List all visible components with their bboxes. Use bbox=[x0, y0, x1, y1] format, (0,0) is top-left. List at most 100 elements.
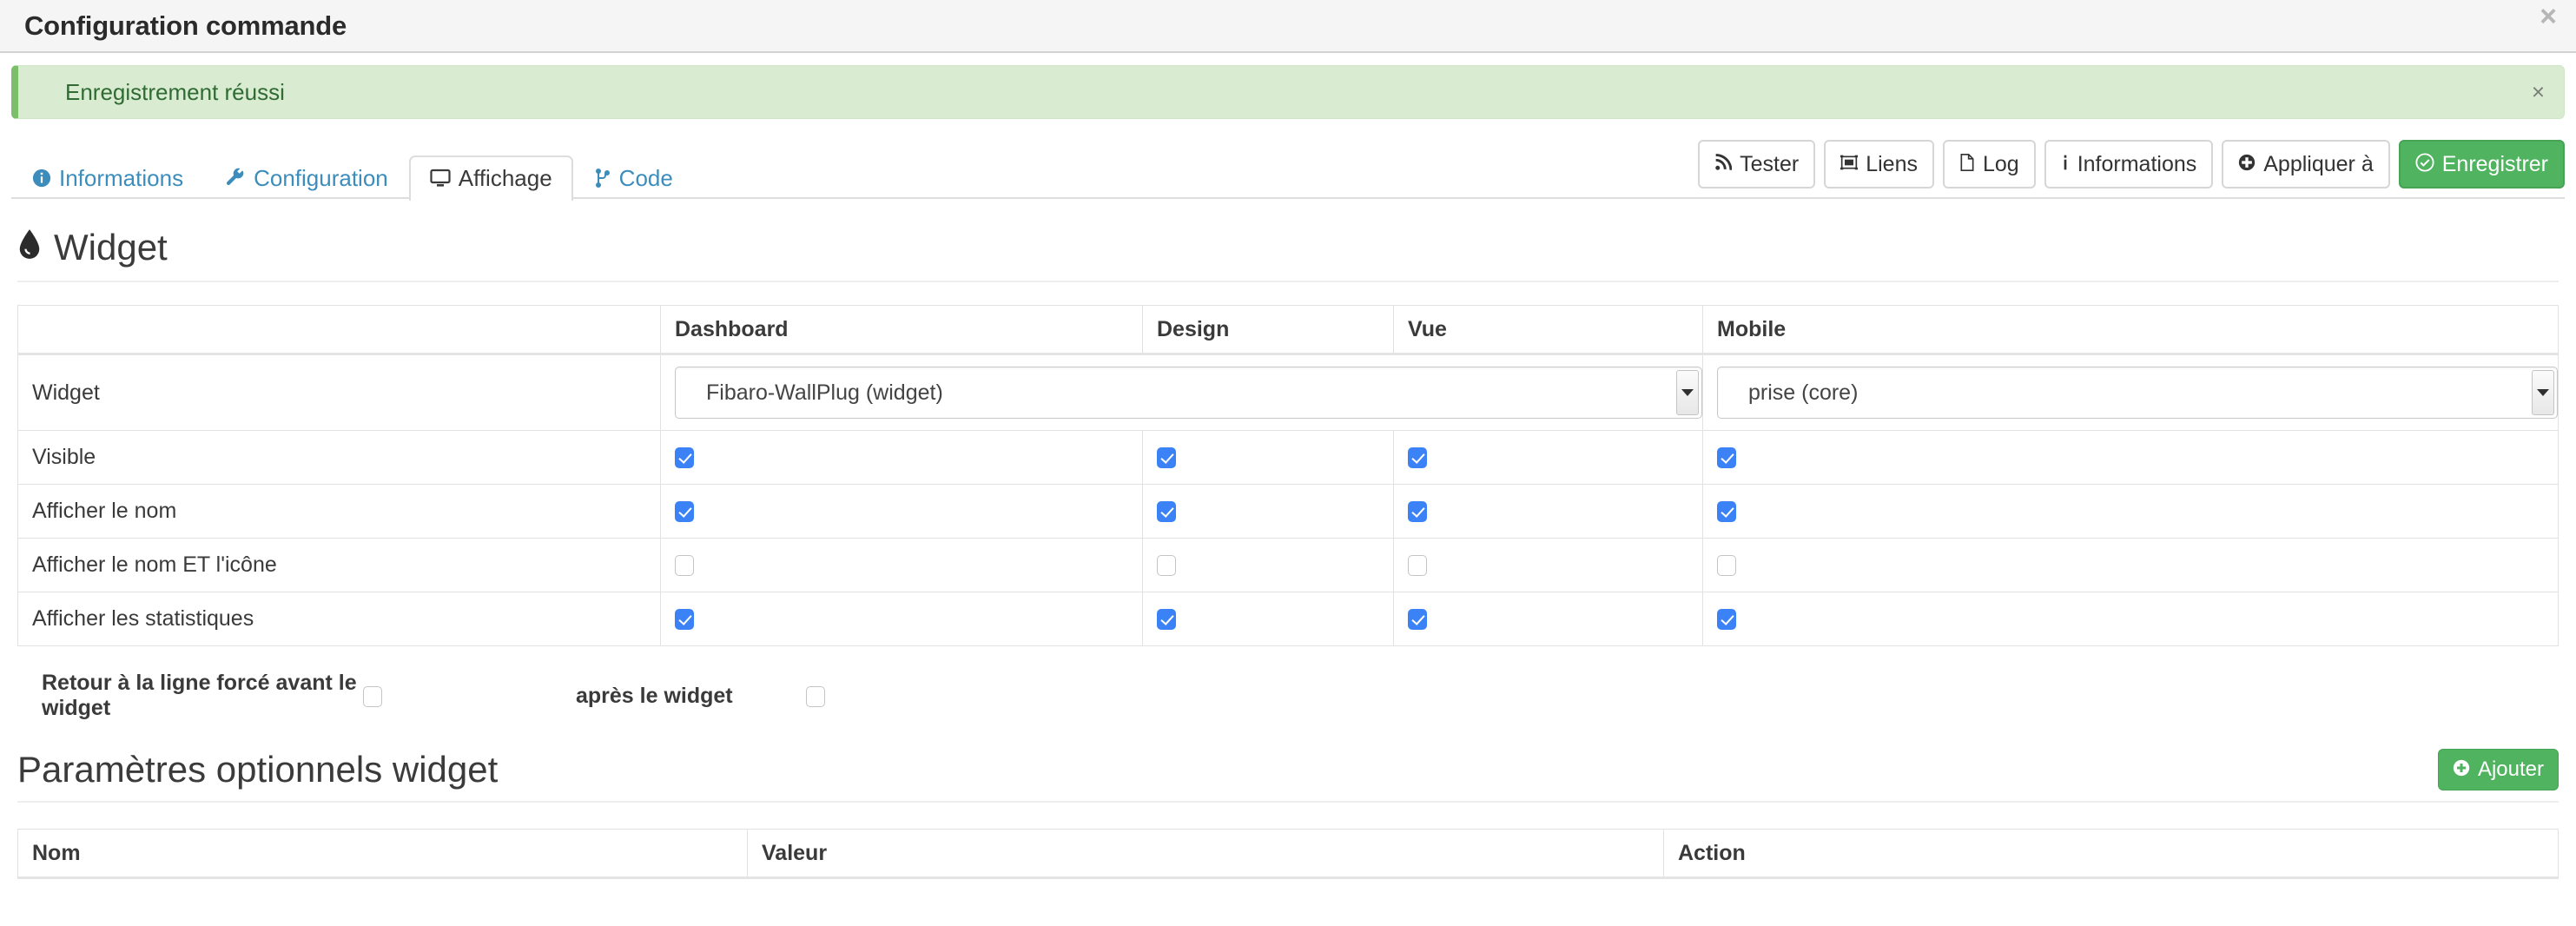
col-header-action: Action bbox=[1663, 829, 2559, 879]
row-label: Visible bbox=[17, 430, 661, 485]
line-break-before-label: Retour à la ligne forcé avant le widget bbox=[42, 671, 357, 720]
cell-dashboard bbox=[660, 430, 1143, 485]
button-label: Ajouter bbox=[2477, 757, 2544, 781]
code-branch-icon bbox=[594, 168, 611, 189]
widget-section: Widget Dashboard Design Vue Mobile Widge… bbox=[0, 199, 2576, 879]
checkbox-statistiques-design[interactable] bbox=[1157, 609, 1176, 631]
ajouter-button[interactable]: Ajouter bbox=[2437, 749, 2559, 790]
info-icon bbox=[2061, 154, 2070, 175]
checkbox-nom-et-icone-vue[interactable] bbox=[1408, 555, 1427, 577]
checkbox-nom-et-icone-dashboard[interactable] bbox=[675, 555, 694, 577]
desktop-icon bbox=[430, 168, 451, 189]
action-toolbar: Tester Liens Log Informations Appliquer bbox=[1698, 140, 2565, 189]
cell-design bbox=[1142, 430, 1394, 485]
cell-vue bbox=[1393, 430, 1703, 485]
cell-dashboard bbox=[660, 592, 1143, 646]
cell-mobile bbox=[1702, 484, 2559, 539]
checkbox-statistiques-vue[interactable] bbox=[1408, 609, 1427, 631]
checkbox-line-break-after[interactable] bbox=[806, 685, 825, 707]
checkbox-afficher-nom-mobile[interactable] bbox=[1717, 501, 1736, 523]
button-label: Appliquer à bbox=[2263, 151, 2374, 176]
optional-params-table: Nom Valeur Action bbox=[17, 829, 2559, 879]
cell-design bbox=[1142, 538, 1394, 592]
widget-section-title: Widget bbox=[17, 199, 2559, 282]
checkbox-line-break-before[interactable] bbox=[363, 685, 382, 707]
cell-mobile bbox=[1702, 538, 2559, 592]
liens-button[interactable]: Liens bbox=[1824, 140, 1934, 189]
page-title: Configuration commande bbox=[24, 10, 347, 41]
widget-dashboard-select[interactable]: Fibaro-WallPlug (widget) bbox=[675, 367, 1702, 419]
checkbox-visible-mobile[interactable] bbox=[1717, 447, 1736, 469]
widget-display-table: Dashboard Design Vue Mobile Widget Fibar… bbox=[17, 305, 2559, 646]
chevron-down-icon[interactable] bbox=[1676, 370, 1699, 415]
col-header-design: Design bbox=[1142, 305, 1394, 355]
row-label: Widget bbox=[17, 354, 661, 431]
tint-icon bbox=[17, 227, 42, 268]
table-row: Afficher le nom bbox=[17, 484, 2559, 539]
alert-message: Enregistrement réussi bbox=[65, 78, 285, 105]
select-value: prise (core) bbox=[1748, 380, 1859, 405]
rss-icon bbox=[1714, 153, 1733, 175]
cell-vue bbox=[1393, 484, 1703, 539]
appliquer-a-button[interactable]: Appliquer à bbox=[2222, 140, 2390, 189]
select-value: Fibaro-WallPlug (widget) bbox=[706, 380, 943, 405]
tab-code[interactable]: Code bbox=[573, 155, 694, 201]
line-break-after-label: après le widget bbox=[576, 683, 733, 708]
section-heading-text: Widget bbox=[54, 227, 168, 268]
cell-vue bbox=[1393, 592, 1703, 646]
link-frame-icon bbox=[1840, 154, 1859, 175]
tester-button[interactable]: Tester bbox=[1698, 140, 1816, 189]
tab-informations[interactable]: Informations bbox=[11, 155, 204, 201]
table-header-row: Nom Valeur Action bbox=[17, 829, 2559, 879]
tab-label: Affichage bbox=[458, 165, 552, 191]
check-circle-icon bbox=[2415, 152, 2434, 176]
checkbox-visible-design[interactable] bbox=[1157, 447, 1176, 469]
cell-design bbox=[1142, 484, 1394, 539]
checkbox-nom-et-icone-mobile[interactable] bbox=[1717, 555, 1736, 577]
section-heading-text: Paramètres optionnels widget bbox=[17, 749, 499, 790]
alert-container: Enregistrement réussi × bbox=[0, 53, 2576, 119]
button-label: Informations bbox=[2077, 151, 2197, 176]
cell-mobile bbox=[1702, 430, 2559, 485]
checkbox-statistiques-mobile[interactable] bbox=[1717, 609, 1736, 631]
col-header-blank bbox=[17, 305, 661, 355]
cell-dashboard bbox=[660, 538, 1143, 592]
alert-close-icon[interactable]: × bbox=[2532, 79, 2545, 106]
widget-mobile-cell: prise (core) bbox=[1702, 354, 2559, 431]
button-label: Liens bbox=[1866, 151, 1918, 176]
button-label: Tester bbox=[1740, 151, 1800, 176]
checkbox-visible-dashboard[interactable] bbox=[675, 447, 694, 469]
checkbox-afficher-nom-vue[interactable] bbox=[1408, 501, 1427, 523]
plus-circle-icon bbox=[2238, 154, 2256, 175]
checkbox-visible-vue[interactable] bbox=[1408, 447, 1427, 469]
table-header-row: Dashboard Design Vue Mobile bbox=[17, 305, 2559, 355]
info-circle-icon bbox=[32, 169, 51, 188]
cell-dashboard bbox=[660, 484, 1143, 539]
tab-label: Configuration bbox=[254, 165, 388, 191]
col-header-valeur: Valeur bbox=[747, 829, 1664, 879]
checkbox-afficher-nom-design[interactable] bbox=[1157, 501, 1176, 523]
success-alert: Enregistrement réussi × bbox=[11, 65, 2565, 119]
col-header-mobile: Mobile bbox=[1702, 305, 2559, 355]
plus-circle-icon bbox=[2453, 759, 2470, 781]
table-row: Afficher le nom ET l'icône bbox=[17, 538, 2559, 592]
tab-affichage[interactable]: Affichage bbox=[408, 155, 573, 201]
button-label: Enregistrer bbox=[2441, 151, 2548, 176]
chevron-down-icon[interactable] bbox=[2532, 370, 2554, 415]
checkbox-nom-et-icone-design[interactable] bbox=[1157, 555, 1176, 577]
tab-configuration[interactable]: Configuration bbox=[204, 155, 409, 201]
checkbox-afficher-nom-dashboard[interactable] bbox=[675, 501, 694, 523]
file-icon bbox=[1959, 153, 1975, 175]
widget-dashboard-cell: Fibaro-WallPlug (widget) bbox=[660, 354, 1703, 431]
widget-mobile-select[interactable]: prise (core) bbox=[1717, 367, 2558, 419]
tabs-toolbar-row: Informations Configuration Affichage Cod… bbox=[0, 135, 2576, 201]
wrench-icon bbox=[225, 168, 246, 189]
close-icon[interactable]: × bbox=[2540, 2, 2557, 31]
col-header-dashboard: Dashboard bbox=[660, 305, 1143, 355]
informations-button[interactable]: Informations bbox=[2044, 140, 2214, 189]
col-header-nom: Nom bbox=[17, 829, 748, 879]
row-label: Afficher les statistiques bbox=[17, 592, 661, 646]
log-button[interactable]: Log bbox=[1942, 140, 2036, 189]
checkbox-statistiques-dashboard[interactable] bbox=[675, 609, 694, 631]
enregistrer-button[interactable]: Enregistrer bbox=[2398, 140, 2565, 189]
